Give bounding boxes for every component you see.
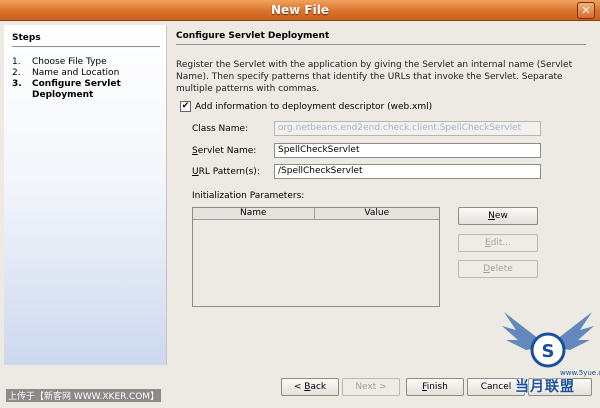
servlet-name-input[interactable]: SpellCheckServlet — [274, 143, 541, 158]
delete-button: Delete — [458, 260, 538, 278]
init-params-table[interactable]: Name Value — [192, 207, 440, 307]
table-header: Name Value — [193, 208, 439, 220]
edit-button: Edit... — [458, 234, 538, 252]
url-pattern-input[interactable]: /SpellCheckServlet — [274, 164, 541, 179]
steps-panel: Steps 1. Choose File Type 2. Name and Lo… — [4, 25, 167, 365]
class-name-field: org.netbeans.end2end.check.client.SpellC… — [274, 121, 541, 136]
close-button[interactable]: ✕ — [577, 2, 595, 19]
step-item: 2. Name and Location — [12, 68, 162, 79]
class-name-label: Class Name: — [192, 124, 249, 134]
check-icon: ✔ — [181, 101, 190, 111]
description-text: Register the Servlet with the applicatio… — [176, 60, 573, 94]
descriptor-checkbox[interactable]: ✔ — [180, 101, 191, 112]
finish-button[interactable]: Finish — [406, 378, 464, 396]
steps-heading: Steps — [12, 33, 160, 47]
step-label: Name and Location — [32, 68, 120, 78]
descriptor-checkbox-label: Add information to deployment descriptor… — [195, 101, 433, 112]
next-button: Next > — [342, 378, 400, 396]
window-title: New File — [270, 3, 329, 17]
init-params-label: Initialization Parameters: — [192, 191, 305, 201]
title-bar: New File ✕ — [0, 0, 600, 21]
step-label: Configure Servlet Deployment — [32, 79, 121, 100]
column-header-value[interactable]: Value — [315, 208, 439, 219]
step-number: 3. — [12, 79, 22, 89]
column-header-name[interactable]: Name — [193, 208, 315, 219]
step-label: Choose File Type — [32, 57, 107, 67]
servlet-name-label: Servlet Name: — [192, 146, 257, 156]
descriptor-checkbox-row[interactable]: ✔ Add information to deployment descript… — [180, 101, 432, 112]
new-button[interactable]: New — [458, 207, 538, 225]
step-item: 1. Choose File Type — [12, 57, 162, 68]
watermark-logo-text: 当月联盟 — [515, 379, 575, 395]
close-icon: ✕ — [581, 4, 591, 17]
step-number: 2. — [12, 68, 21, 78]
page-title: Configure Servlet Deployment — [176, 31, 586, 45]
watermark-text: 上传于【新客网 WWW.XKER.COM】 — [6, 389, 162, 402]
svg-text:S: S — [542, 341, 555, 362]
step-item-current: 3. Configure Servlet Deployment — [12, 79, 162, 101]
url-pattern-label: URL Pattern(s): — [192, 167, 260, 177]
step-number: 1. — [12, 57, 21, 67]
back-button[interactable]: < Back — [281, 378, 339, 396]
